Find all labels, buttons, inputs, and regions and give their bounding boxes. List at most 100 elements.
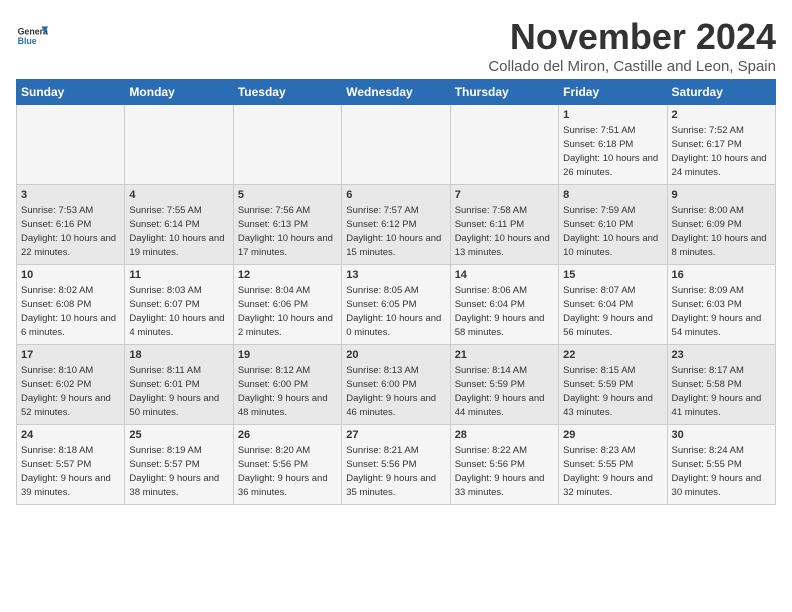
- day-info: Sunrise: 8:23 AM Sunset: 5:55 PM Dayligh…: [563, 445, 653, 498]
- day-number: 28: [455, 428, 554, 443]
- day-cell: 9 Sunrise: 8:00 AM Sunset: 6:09 PM Daylig…: [667, 185, 775, 265]
- day-info: Sunrise: 8:15 AM Sunset: 5:59 PM Dayligh…: [563, 365, 653, 418]
- day-number: 16: [672, 268, 771, 283]
- day-number: 6: [346, 188, 445, 203]
- day-info: Sunrise: 8:24 AM Sunset: 5:55 PM Dayligh…: [672, 445, 762, 498]
- day-number: 29: [563, 428, 662, 443]
- day-cell: 28 Sunrise: 8:22 AM Sunset: 5:56 PM Dayli…: [450, 425, 558, 505]
- day-info: Sunrise: 7:55 AM Sunset: 6:14 PM Dayligh…: [129, 205, 224, 258]
- day-number: 18: [129, 348, 228, 363]
- day-info: Sunrise: 8:17 AM Sunset: 5:58 PM Dayligh…: [672, 365, 762, 418]
- day-number: 19: [238, 348, 337, 363]
- day-number: 13: [346, 268, 445, 283]
- day-cell: 18 Sunrise: 8:11 AM Sunset: 6:01 PM Dayli…: [125, 345, 233, 425]
- day-cell: 16 Sunrise: 8:09 AM Sunset: 6:03 PM Dayli…: [667, 265, 775, 345]
- day-cell: 23 Sunrise: 8:17 AM Sunset: 5:58 PM Dayli…: [667, 345, 775, 425]
- title-block: November 2024 Collado del Miron, Castill…: [488, 16, 776, 75]
- day-cell: 24 Sunrise: 8:18 AM Sunset: 5:57 PM Dayli…: [17, 425, 125, 505]
- day-info: Sunrise: 8:18 AM Sunset: 5:57 PM Dayligh…: [21, 445, 111, 498]
- day-info: Sunrise: 7:59 AM Sunset: 6:10 PM Dayligh…: [563, 205, 658, 258]
- day-cell: 15 Sunrise: 8:07 AM Sunset: 6:04 PM Dayli…: [559, 265, 667, 345]
- day-info: Sunrise: 8:11 AM Sunset: 6:01 PM Dayligh…: [129, 365, 219, 418]
- day-number: 9: [672, 188, 771, 203]
- day-cell: 4 Sunrise: 7:55 AM Sunset: 6:14 PM Daylig…: [125, 185, 233, 265]
- day-cell: 11 Sunrise: 8:03 AM Sunset: 6:07 PM Dayli…: [125, 265, 233, 345]
- day-info: Sunrise: 8:22 AM Sunset: 5:56 PM Dayligh…: [455, 445, 545, 498]
- header-friday: Friday: [559, 80, 667, 105]
- day-info: Sunrise: 7:52 AM Sunset: 6:17 PM Dayligh…: [672, 125, 767, 178]
- day-cell: 25Sunrise: 8:19 AM Sunset: 5:57 PM Dayli…: [125, 425, 233, 505]
- day-number: 14: [455, 268, 554, 283]
- day-cell: 7Sunrise: 7:58 AM Sunset: 6:11 PM Daylig…: [450, 185, 558, 265]
- day-info: Sunrise: 7:53 AM Sunset: 6:16 PM Dayligh…: [21, 205, 116, 258]
- day-cell: [125, 105, 233, 185]
- day-cell: 2 Sunrise: 7:52 AM Sunset: 6:17 PM Daylig…: [667, 105, 775, 185]
- day-number: 11: [129, 268, 228, 283]
- day-info: Sunrise: 8:12 AM Sunset: 6:00 PM Dayligh…: [238, 365, 328, 418]
- day-cell: 10 Sunrise: 8:02 AM Sunset: 6:08 PM Dayli…: [17, 265, 125, 345]
- day-info: Sunrise: 8:07 AM Sunset: 6:04 PM Dayligh…: [563, 285, 653, 338]
- day-cell: 1 Sunrise: 7:51 AM Sunset: 6:18 PM Daylig…: [559, 105, 667, 185]
- day-number: 17: [21, 348, 120, 363]
- day-cell: 12 Sunrise: 8:04 AM Sunset: 6:06 PM Dayli…: [233, 265, 341, 345]
- day-info: Sunrise: 8:21 AM Sunset: 5:56 PM Dayligh…: [346, 445, 436, 498]
- day-info: Sunrise: 8:03 AM Sunset: 6:07 PM Dayligh…: [129, 285, 224, 338]
- day-number: 5: [238, 188, 337, 203]
- day-number: 20: [346, 348, 445, 363]
- day-info: Sunrise: 8:13 AM Sunset: 6:00 PM Dayligh…: [346, 365, 436, 418]
- day-cell: 17 Sunrise: 8:10 AM Sunset: 6:02 PM Dayli…: [17, 345, 125, 425]
- svg-text:Blue: Blue: [18, 36, 37, 46]
- day-info: Sunrise: 8:10 AM Sunset: 6:02 PM Dayligh…: [21, 365, 111, 418]
- day-info: Sunrise: 8:20 AM Sunset: 5:56 PM Dayligh…: [238, 445, 328, 498]
- day-cell: 8 Sunrise: 7:59 AM Sunset: 6:10 PM Daylig…: [559, 185, 667, 265]
- day-info: Sunrise: 8:00 AM Sunset: 6:09 PM Dayligh…: [672, 205, 767, 258]
- day-info: Sunrise: 7:56 AM Sunset: 6:13 PM Dayligh…: [238, 205, 333, 258]
- day-info: Sunrise: 8:09 AM Sunset: 6:03 PM Dayligh…: [672, 285, 762, 338]
- day-cell: 22 Sunrise: 8:15 AM Sunset: 5:59 PM Dayli…: [559, 345, 667, 425]
- day-number: 4: [129, 188, 228, 203]
- day-cell: 19 Sunrise: 8:12 AM Sunset: 6:00 PM Dayli…: [233, 345, 341, 425]
- week-row-5: 24 Sunrise: 8:18 AM Sunset: 5:57 PM Dayli…: [17, 425, 776, 505]
- day-cell: [450, 105, 558, 185]
- day-cell: 26Sunrise: 8:20 AM Sunset: 5:56 PM Dayli…: [233, 425, 341, 505]
- header-wednesday: Wednesday: [342, 80, 450, 105]
- day-number: 1: [563, 108, 662, 123]
- day-info: Sunrise: 8:02 AM Sunset: 6:08 PM Dayligh…: [21, 285, 116, 338]
- day-number: 12: [238, 268, 337, 283]
- calendar-table: Sunday Monday Tuesday Wednesday Thursday…: [16, 79, 776, 505]
- week-row-3: 10 Sunrise: 8:02 AM Sunset: 6:08 PM Dayli…: [17, 265, 776, 345]
- week-row-2: 3 Sunrise: 7:53 AM Sunset: 6:16 PM Daylig…: [17, 185, 776, 265]
- day-cell: 5 Sunrise: 7:56 AM Sunset: 6:13 PM Daylig…: [233, 185, 341, 265]
- day-cell: 20 Sunrise: 8:13 AM Sunset: 6:00 PM Dayli…: [342, 345, 450, 425]
- day-number: 8: [563, 188, 662, 203]
- weekday-header-row: Sunday Monday Tuesday Wednesday Thursday…: [17, 80, 776, 105]
- day-number: 23: [672, 348, 771, 363]
- header-tuesday: Tuesday: [233, 80, 341, 105]
- header-monday: Monday: [125, 80, 233, 105]
- day-number: 21: [455, 348, 554, 363]
- day-number: 24: [21, 428, 120, 443]
- day-cell: 21Sunrise: 8:14 AM Sunset: 5:59 PM Dayli…: [450, 345, 558, 425]
- day-number: 15: [563, 268, 662, 283]
- day-number: 22: [563, 348, 662, 363]
- day-number: 10: [21, 268, 120, 283]
- day-number: 3: [21, 188, 120, 203]
- day-info: Sunrise: 8:19 AM Sunset: 5:57 PM Dayligh…: [129, 445, 219, 498]
- week-row-1: 1 Sunrise: 7:51 AM Sunset: 6:18 PM Daylig…: [17, 105, 776, 185]
- header-saturday: Saturday: [667, 80, 775, 105]
- calendar-subtitle: Collado del Miron, Castille and Leon, Sp…: [488, 58, 776, 75]
- day-cell: 6Sunrise: 7:57 AM Sunset: 6:12 PM Daylig…: [342, 185, 450, 265]
- day-cell: 29 Sunrise: 8:23 AM Sunset: 5:55 PM Dayli…: [559, 425, 667, 505]
- day-cell: 14 Sunrise: 8:06 AM Sunset: 6:04 PM Dayli…: [450, 265, 558, 345]
- day-cell: [17, 105, 125, 185]
- day-cell: [342, 105, 450, 185]
- day-info: Sunrise: 8:05 AM Sunset: 6:05 PM Dayligh…: [346, 285, 441, 338]
- calendar-title: November 2024: [488, 16, 776, 58]
- day-number: 7: [455, 188, 554, 203]
- header-sunday: Sunday: [17, 80, 125, 105]
- day-info: Sunrise: 7:51 AM Sunset: 6:18 PM Dayligh…: [563, 125, 658, 178]
- day-info: Sunrise: 8:04 AM Sunset: 6:06 PM Dayligh…: [238, 285, 333, 338]
- day-number: 2: [672, 108, 771, 123]
- day-info: Sunrise: 8:06 AM Sunset: 6:04 PM Dayligh…: [455, 285, 545, 338]
- week-row-4: 17 Sunrise: 8:10 AM Sunset: 6:02 PM Dayli…: [17, 345, 776, 425]
